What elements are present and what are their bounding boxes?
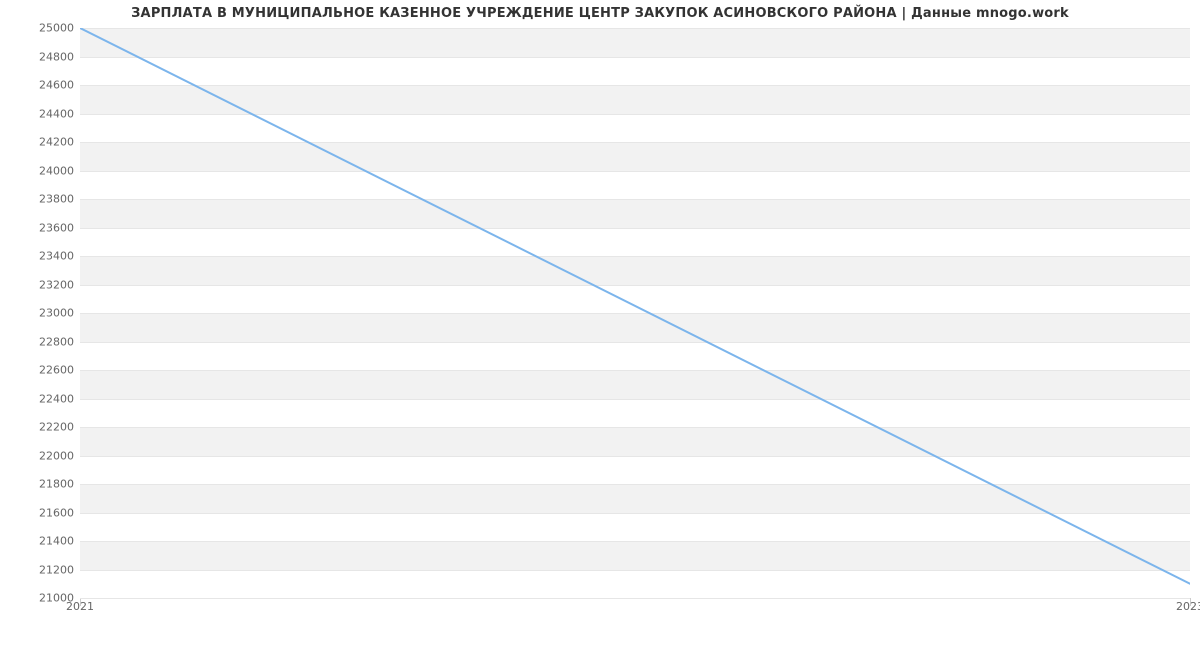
y-tick-label: 24000 [14, 164, 74, 177]
y-tick-label: 21800 [14, 478, 74, 491]
y-tick-label: 24400 [14, 107, 74, 120]
y-tick-label: 22800 [14, 335, 74, 348]
y-tick-label: 23000 [14, 307, 74, 320]
y-tick-label: 22200 [14, 421, 74, 434]
y-tick-label: 21200 [14, 563, 74, 576]
y-tick-label: 23400 [14, 250, 74, 263]
y-tick-label: 24800 [14, 50, 74, 63]
chart-container: ЗАРПЛАТА В МУНИЦИПАЛЬНОЕ КАЗЕННОЕ УЧРЕЖД… [0, 0, 1200, 650]
y-tick-label: 21000 [14, 592, 74, 605]
line-series [80, 28, 1190, 598]
y-tick-label: 22400 [14, 392, 74, 405]
y-tick-label: 22600 [14, 364, 74, 377]
chart-title: ЗАРПЛАТА В МУНИЦИПАЛЬНОЕ КАЗЕННОЕ УЧРЕЖД… [0, 6, 1200, 21]
y-tick-label: 24200 [14, 136, 74, 149]
y-tick-label: 23600 [14, 221, 74, 234]
y-tick-label: 22000 [14, 449, 74, 462]
y-gridline [80, 598, 1190, 599]
y-tick-label: 21400 [14, 535, 74, 548]
series-line [80, 28, 1190, 584]
x-tick-label: 2021 [66, 600, 94, 613]
y-tick-label: 23200 [14, 278, 74, 291]
x-tick-label: 2023 [1176, 600, 1200, 613]
y-tick-label: 23800 [14, 193, 74, 206]
y-tick-label: 24600 [14, 79, 74, 92]
plot-area [80, 28, 1190, 599]
y-tick-label: 25000 [14, 22, 74, 35]
y-tick-label: 21600 [14, 506, 74, 519]
